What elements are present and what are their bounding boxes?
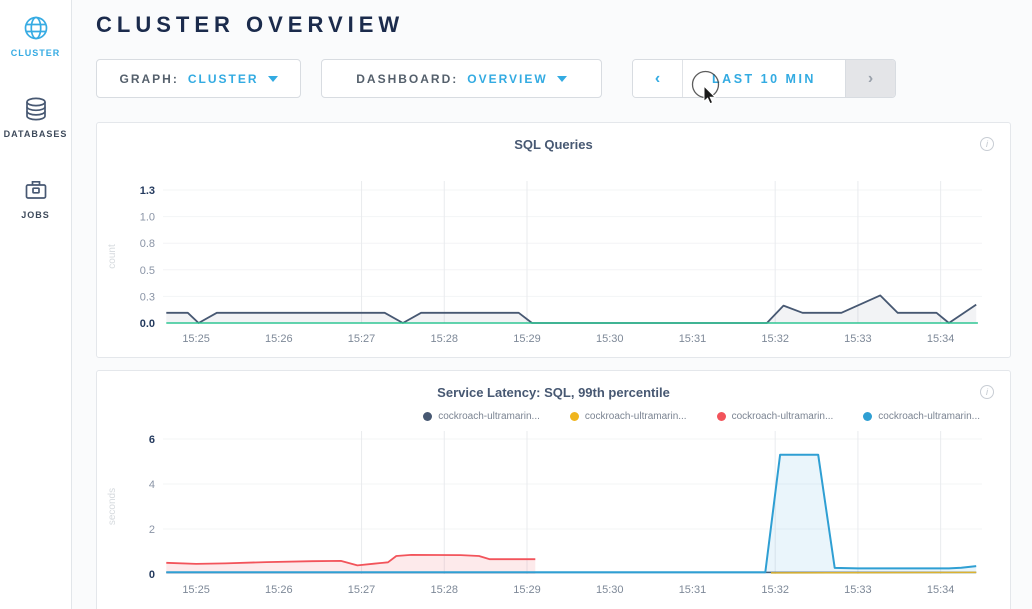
x-tick-label: 15:29 — [513, 333, 541, 345]
sidebar-item-cluster[interactable]: CLUSTER — [0, 8, 71, 68]
info-icon[interactable]: i — [980, 137, 994, 151]
y-tick-label: 1.0 — [140, 212, 155, 224]
chart-title: Service Latency: SQL, 99th percentile — [97, 385, 1010, 401]
dashboard-dropdown-value: OVERVIEW — [467, 72, 547, 86]
x-tick-label: 15:30 — [596, 333, 624, 345]
x-tick-label: 15:26 — [265, 584, 293, 596]
x-tick-label: 15:28 — [431, 333, 459, 345]
globe-icon — [22, 14, 50, 42]
x-tick-label: 15:33 — [844, 584, 872, 596]
time-next-button: › — [845, 60, 895, 97]
legend-item[interactable]: cockroach-ultramarin... — [863, 411, 980, 422]
time-range-button[interactable]: LAST 10 MIN — [683, 60, 845, 97]
sidebar-item-jobs[interactable]: JOBS — [0, 170, 71, 230]
legend-item[interactable]: cockroach-ultramarin... — [717, 411, 834, 422]
chevron-down-icon — [557, 76, 567, 82]
y-axis-label: seconds — [107, 488, 118, 525]
graph-dropdown[interactable]: GRAPH: CLUSTER — [96, 59, 301, 98]
sidebar-item-label: CLUSTER — [11, 48, 61, 58]
legend-dot-icon — [863, 412, 872, 421]
graph-dropdown-value: CLUSTER — [188, 72, 259, 86]
legend-label: cockroach-ultramarin... — [732, 411, 834, 422]
y-tick-label: 0.0 — [140, 318, 155, 330]
dashboard-dropdown[interactable]: DASHBOARD: OVERVIEW — [321, 59, 602, 98]
y-tick-label: 0 — [149, 569, 155, 581]
y-tick-label: 4 — [149, 479, 155, 491]
sql-queries-area — [166, 295, 976, 323]
x-tick-label: 15:34 — [927, 333, 955, 345]
chart-legend: cockroach-ultramarin... cockroach-ultrama… — [97, 409, 1010, 423]
legend-label: cockroach-ultramarin... — [585, 411, 687, 422]
y-tick-label: 6 — [149, 434, 155, 446]
sql-queries-card: SQL Queries i 0.0 0.3 0.5 0.8 1.0 1.3 15:25 15:… — [96, 122, 1011, 358]
node-4-latency-line — [166, 455, 976, 572]
sidebar-item-label: JOBS — [21, 210, 50, 220]
x-tick-label: 15:29 — [513, 584, 541, 596]
legend-item[interactable]: cockroach-ultramarin... — [423, 411, 540, 422]
sql-queries-chart[interactable]: 0.0 0.3 0.5 0.8 1.0 1.3 15:25 15:26 15:27 15:28 15… — [97, 173, 1010, 357]
page-title: CLUSTER OVERVIEW — [96, 10, 1012, 40]
x-tick-label: 15:34 — [927, 584, 955, 596]
controls-row: GRAPH: CLUSTER DASHBOARD: OVERVIEW ‹ LAS… — [96, 59, 1012, 98]
y-tick-label: 0.5 — [140, 265, 155, 277]
x-tick-label: 15:28 — [431, 584, 459, 596]
sidebar: CLUSTER DATABASES JOBS — [0, 0, 72, 609]
x-tick-label: 15:26 — [265, 333, 293, 345]
x-tick-label: 15:27 — [348, 333, 376, 345]
legend-dot-icon — [423, 412, 432, 421]
chevron-down-icon — [268, 76, 278, 82]
service-latency-chart[interactable]: 0 2 4 6 15:25 15:26 15:27 15:28 15:29 15:30 15:31 1… — [97, 429, 1010, 609]
x-tick-label: 15:31 — [679, 333, 707, 345]
time-window-selector: ‹ LAST 10 MIN › — [632, 59, 896, 98]
x-tick-label: 15:32 — [761, 333, 789, 345]
chart-title: SQL Queries — [97, 137, 1010, 153]
x-tick-label: 15:33 — [844, 333, 872, 345]
legend-dot-icon — [570, 412, 579, 421]
x-tick-label: 15:30 — [596, 584, 624, 596]
graph-dropdown-label: GRAPH: — [119, 72, 178, 86]
x-tick-label: 15:32 — [761, 584, 789, 596]
sidebar-item-label: DATABASES — [4, 129, 68, 139]
x-tick-label: 15:27 — [348, 584, 376, 596]
legend-dot-icon — [717, 412, 726, 421]
y-tick-label: 0.8 — [140, 238, 155, 250]
x-tick-label: 15:25 — [182, 333, 210, 345]
info-icon[interactable]: i — [980, 385, 994, 399]
x-tick-label: 15:25 — [182, 584, 210, 596]
node-4-latency-area — [166, 455, 976, 574]
service-latency-card: Service Latency: SQL, 99th percentile i … — [96, 370, 1011, 609]
y-axis-label: count — [107, 244, 118, 269]
y-tick-label: 1.3 — [140, 185, 155, 197]
legend-label: cockroach-ultramarin... — [438, 411, 540, 422]
time-prev-button[interactable]: ‹ — [633, 60, 683, 97]
legend-item[interactable]: cockroach-ultramarin... — [570, 411, 687, 422]
y-tick-label: 0.3 — [140, 291, 155, 303]
briefcase-icon — [22, 176, 50, 204]
database-icon — [22, 95, 50, 123]
dashboard-dropdown-label: DASHBOARD: — [356, 72, 458, 86]
sidebar-item-databases[interactable]: DATABASES — [0, 89, 71, 149]
main-content: CLUSTER OVERVIEW GRAPH: CLUSTER DASHBOAR… — [72, 0, 1032, 609]
y-tick-label: 2 — [149, 524, 155, 536]
x-tick-label: 15:31 — [679, 584, 707, 596]
legend-label: cockroach-ultramarin... — [878, 411, 980, 422]
